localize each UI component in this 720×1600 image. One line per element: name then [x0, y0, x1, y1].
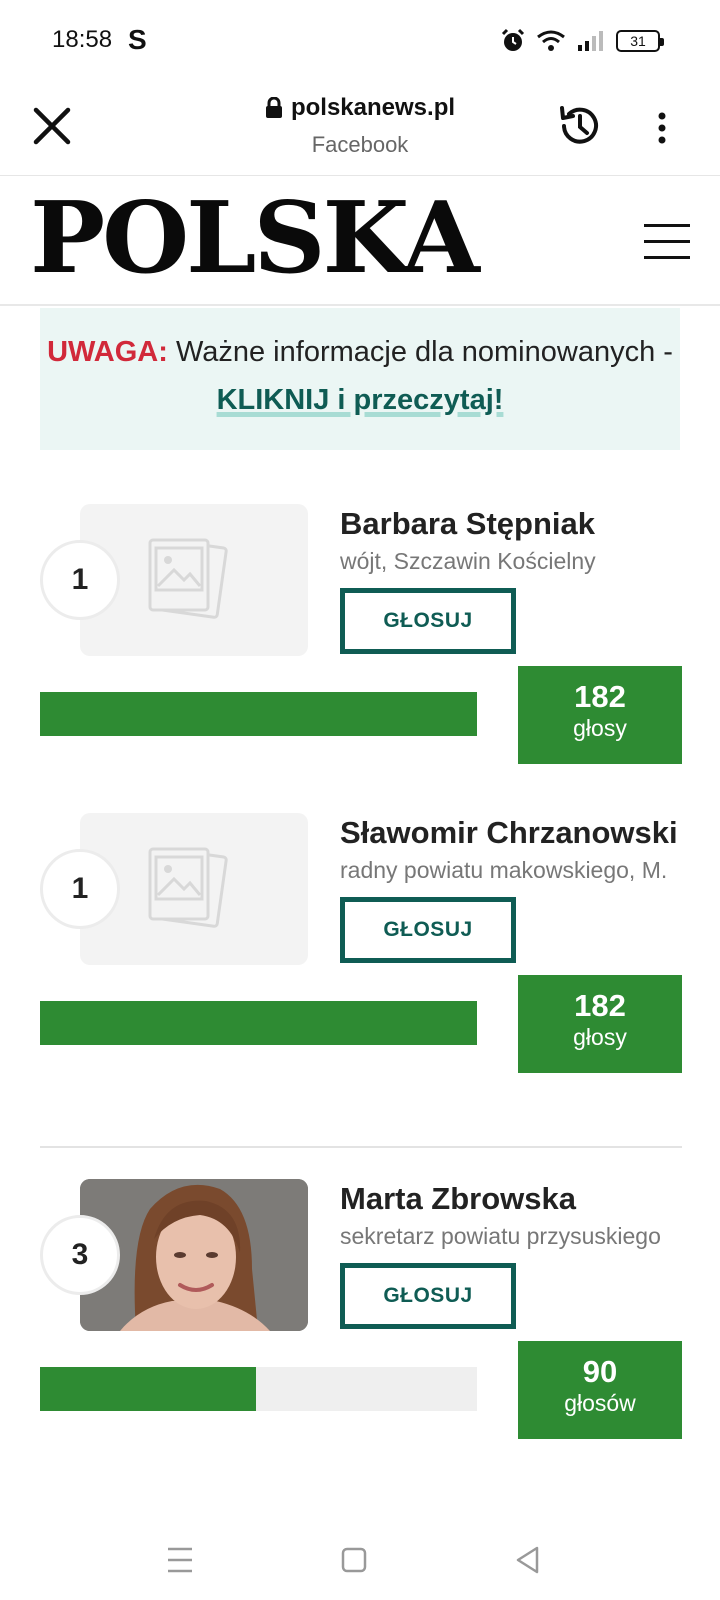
- candidate-card: 1 Barbara Stępniak wójt, Szczawin Koście…: [0, 504, 720, 774]
- signal-icon: [578, 31, 603, 51]
- vote-count: 182: [574, 988, 626, 1023]
- vote-bar: [40, 1367, 477, 1411]
- image-placeholder-icon: [148, 538, 228, 619]
- candidate-card: 1 Sławomir Chrzanowski radny powiatu mak…: [0, 813, 720, 1083]
- history-icon[interactable]: [556, 102, 604, 150]
- vote-count-label: głosów: [564, 1390, 636, 1416]
- rank-badge: 3: [40, 1215, 120, 1295]
- vote-button[interactable]: GŁOSUJ: [340, 897, 516, 963]
- notice-link[interactable]: KLIKNIJ i przeczytaj!: [217, 384, 504, 416]
- app-notification-icon: S: [128, 24, 147, 55]
- rank-badge: 1: [40, 540, 120, 620]
- back-icon[interactable]: [508, 1540, 548, 1580]
- vote-count-label: głosy: [573, 1024, 627, 1050]
- image-placeholder-icon: [148, 847, 228, 928]
- vote-count-box: 182 głosy: [518, 666, 682, 764]
- site-header: POLSKA: [0, 176, 720, 306]
- url-display[interactable]: polskanews.pl Facebook: [0, 94, 720, 158]
- vote-count-label: głosy: [573, 715, 627, 741]
- url-source: Facebook: [311, 132, 409, 157]
- system-nav-bar: [0, 1520, 720, 1600]
- vote-button[interactable]: GŁOSUJ: [340, 588, 516, 654]
- candidate-role: radny powiatu makowskiego, M.: [340, 857, 668, 883]
- recent-apps-icon[interactable]: [160, 1540, 200, 1580]
- candidate-name: Marta Zbrowska: [340, 1181, 577, 1216]
- notice-text: Ważne informacje dla nominowanych -: [167, 336, 673, 368]
- url-domain: polskanews.pl: [290, 94, 456, 121]
- vote-count-box: 90 głosów: [518, 1341, 682, 1439]
- candidate-card: 3 Marta Zbrowska sekretarz powiatu przys…: [0, 1179, 720, 1449]
- wifi-icon: [537, 30, 565, 51]
- vote-bar: [40, 1001, 477, 1045]
- site-logo[interactable]: POLSKA: [30, 190, 480, 288]
- hamburger-icon[interactable]: [644, 224, 690, 260]
- vote-count-box: 182 głosy: [518, 975, 682, 1073]
- notice-warning: UWAGA:: [47, 336, 168, 368]
- vote-bar: [40, 692, 477, 736]
- battery-level: 31: [630, 33, 646, 49]
- vote-bar-fill: [40, 1367, 257, 1411]
- lock-icon: [265, 97, 282, 118]
- browser-toolbar: polskanews.pl Facebook: [0, 80, 720, 176]
- status-bar: 18:58 S 31: [0, 0, 720, 80]
- vote-count: 182: [574, 679, 626, 714]
- status-icons: 31: [500, 28, 664, 54]
- alarm-icon: [501, 28, 525, 51]
- rank-badge: 1: [40, 849, 120, 929]
- vote-bar-fill: [40, 692, 477, 736]
- more-vert-icon[interactable]: [652, 108, 672, 148]
- section-divider: [40, 1146, 682, 1148]
- status-time: 18:58: [52, 26, 113, 53]
- vote-count: 90: [582, 1354, 618, 1389]
- candidate-name: Barbara Stępniak: [340, 506, 595, 541]
- notice-banner: UWAGA: Ważne informacje dla nominowanych…: [40, 308, 680, 450]
- candidate-role: sekretarz powiatu przysuskiego: [340, 1223, 661, 1249]
- candidate-name: Sławomir Chrzanowski: [340, 815, 678, 850]
- vote-button[interactable]: GŁOSUJ: [340, 1263, 516, 1329]
- vote-bar-fill: [40, 1001, 477, 1045]
- battery-icon: 31: [616, 30, 664, 52]
- home-icon[interactable]: [334, 1540, 374, 1580]
- candidate-role: wójt, Szczawin Kościelny: [340, 548, 596, 574]
